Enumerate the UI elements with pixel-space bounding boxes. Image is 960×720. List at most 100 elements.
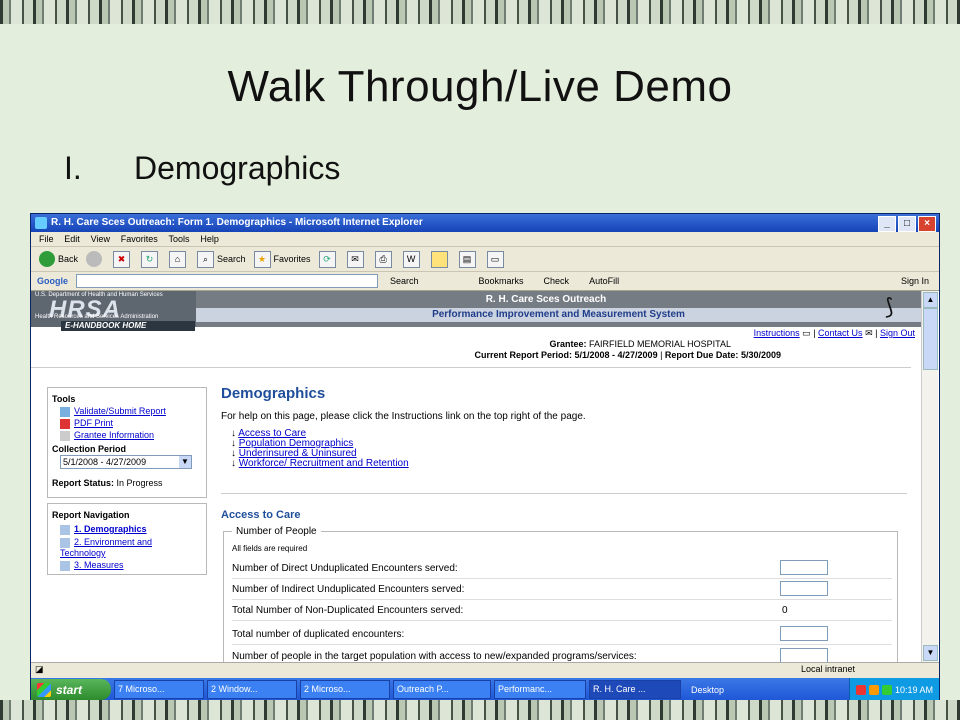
research-button[interactable]: ▤	[458, 250, 479, 268]
task-button[interactable]: Outreach P...	[393, 680, 491, 699]
history-button[interactable]: ⟳	[318, 250, 339, 268]
window-titlebar[interactable]: R. H. Care Sces Outreach: Form 1. Demogr…	[31, 214, 939, 232]
menu-tools[interactable]: Tools	[169, 234, 190, 244]
grantee-label: Grantee:	[549, 339, 587, 349]
favorites-label: Favorites	[273, 254, 311, 264]
task-button[interactable]: 2 Microso...	[300, 680, 390, 699]
menu-view[interactable]: View	[91, 234, 110, 244]
start-button[interactable]: start	[31, 679, 111, 700]
google-search-input[interactable]	[76, 274, 378, 288]
target-population-input[interactable]	[780, 648, 828, 662]
mail-icon: ✉	[865, 328, 873, 338]
anchor-workforce[interactable]: ↓ Workforce/ Recruitment and Retention	[231, 459, 409, 469]
indirect-encounters-row: Number of Indirect Unduplicated Encounte…	[232, 581, 882, 596]
home-button[interactable]: ⌂	[169, 250, 189, 268]
duplicated-encounters-row: Total number of duplicated encounters:	[232, 626, 882, 641]
indirect-encounters-input[interactable]	[780, 581, 828, 596]
task-button[interactable]: 2 Window...	[207, 680, 297, 699]
contact-link[interactable]: Contact Us	[818, 328, 863, 338]
star-icon: ★	[253, 250, 271, 268]
required-note: All fields are required	[232, 544, 308, 553]
ehandbook-home-link[interactable]: E-HANDBOOK HOME	[61, 321, 195, 331]
folder-icon	[430, 250, 448, 268]
grantee-info-link[interactable]: Grantee Information	[60, 430, 154, 441]
search-button[interactable]: ⌕ Search	[197, 250, 246, 268]
scroll-up-icon[interactable]: ▲	[923, 292, 938, 308]
edit-button[interactable]: W	[402, 250, 423, 268]
print-icon: ⎙	[374, 250, 392, 268]
signout-link[interactable]: Sign Out	[880, 328, 915, 338]
desktop-toolbar[interactable]: Desktop	[691, 685, 724, 695]
history-icon: ⟳	[318, 250, 336, 268]
tray-icon[interactable]	[855, 684, 866, 695]
document-icon	[60, 430, 70, 441]
favorites-button[interactable]: ★ Favorites	[253, 250, 311, 268]
section-anchors: ↓ Access to Care ↓ Population Demographi…	[231, 429, 409, 469]
close-button[interactable]: ×	[918, 216, 936, 232]
instructions-icon: ▭	[802, 328, 811, 338]
messenger-button[interactable]: ▭	[486, 250, 507, 268]
due-value: 5/30/2009	[740, 350, 781, 360]
task-button[interactable]: 7 Microso...	[114, 680, 204, 699]
vertical-scrollbar[interactable]: ▲ ▼	[921, 291, 938, 662]
report-nav-panel: Report Navigation 1. Demographics 2. Env…	[47, 503, 207, 575]
refresh-button[interactable]: ↻	[141, 250, 161, 268]
scroll-thumb[interactable]	[923, 308, 938, 370]
nav-measures[interactable]: 3. Measures	[60, 560, 124, 571]
period-line: Current Report Period: 5/1/2008 - 4/27/2…	[474, 350, 781, 360]
collection-period-select[interactable]: 5/1/2008 - 4/27/2009 ▼	[60, 455, 192, 469]
tools-panel: Tools Validate/Submit Report PDF Print G…	[47, 387, 207, 498]
decorative-top-stripe	[0, 0, 960, 24]
duplicated-encounters-input[interactable]	[780, 626, 828, 641]
instructions-link[interactable]: Instructions	[754, 328, 800, 338]
report-status: Report Status: In Progress	[52, 478, 163, 488]
check-button[interactable]: Check	[544, 276, 570, 286]
direct-encounters-input[interactable]	[780, 560, 828, 575]
edit-icon: W	[402, 250, 420, 268]
tray-icon[interactable]	[868, 684, 879, 695]
zone-label: Local intranet	[801, 664, 856, 674]
print-button[interactable]: ⎙	[374, 250, 395, 268]
bookmarks-button[interactable]: Bookmarks	[479, 276, 524, 286]
stop-icon: ✖	[113, 250, 131, 268]
validate-icon	[60, 406, 70, 417]
menu-edit[interactable]: Edit	[64, 234, 80, 244]
fieldset-legend: Number of People	[232, 526, 321, 537]
validate-link[interactable]: Validate/Submit Report	[60, 406, 166, 417]
research-icon: ▤	[458, 250, 476, 268]
mail-icon: ✉	[346, 250, 364, 268]
menu-help[interactable]: Help	[200, 234, 219, 244]
maximize-button[interactable]: □	[898, 216, 916, 232]
back-label: Back	[58, 254, 79, 264]
divider	[221, 493, 907, 494]
mail-button[interactable]: ✉	[346, 250, 367, 268]
stop-button[interactable]: ✖	[113, 250, 133, 268]
minimize-button[interactable]: _	[878, 216, 896, 232]
tray-icon[interactable]	[881, 684, 892, 695]
forward-button[interactable]	[86, 251, 105, 267]
ie-icon	[35, 217, 47, 229]
google-signin-button[interactable]: Sign In	[901, 276, 929, 286]
target-population-row: Number of people in the target populatio…	[232, 648, 882, 662]
number-of-people-fieldset: Number of People All fields are required…	[223, 526, 898, 662]
autofill-button[interactable]: AutoFill	[589, 276, 619, 286]
back-button[interactable]: Back	[39, 251, 78, 267]
menu-file[interactable]: File	[39, 234, 54, 244]
page-status-icon: ◪	[35, 664, 44, 674]
task-button[interactable]: Performanc...	[494, 680, 586, 699]
search-icon: ⌕	[197, 250, 215, 268]
total-nonduplicated-row: Total Number of Non-Duplicated Encounter…	[232, 605, 788, 616]
task-button-active[interactable]: R. H. Care ...	[589, 680, 681, 699]
clock: 10:19 AM	[894, 684, 933, 695]
app-subtitle: Performance Improvement and Measurement …	[196, 308, 921, 322]
chevron-down-icon: ▼	[179, 456, 191, 468]
discuss-button[interactable]	[430, 250, 451, 268]
back-arrow-icon	[39, 251, 55, 267]
nav-environment[interactable]: 2. Environment and Technology	[60, 537, 185, 558]
nav-demographics[interactable]: 1. Demographics	[60, 524, 147, 535]
menu-favorites[interactable]: Favorites	[121, 234, 158, 244]
scroll-down-icon[interactable]: ▼	[923, 645, 938, 661]
google-search-button[interactable]: Search	[390, 276, 419, 286]
pdf-icon	[60, 418, 70, 429]
pdf-print-link[interactable]: PDF Print	[60, 418, 113, 429]
